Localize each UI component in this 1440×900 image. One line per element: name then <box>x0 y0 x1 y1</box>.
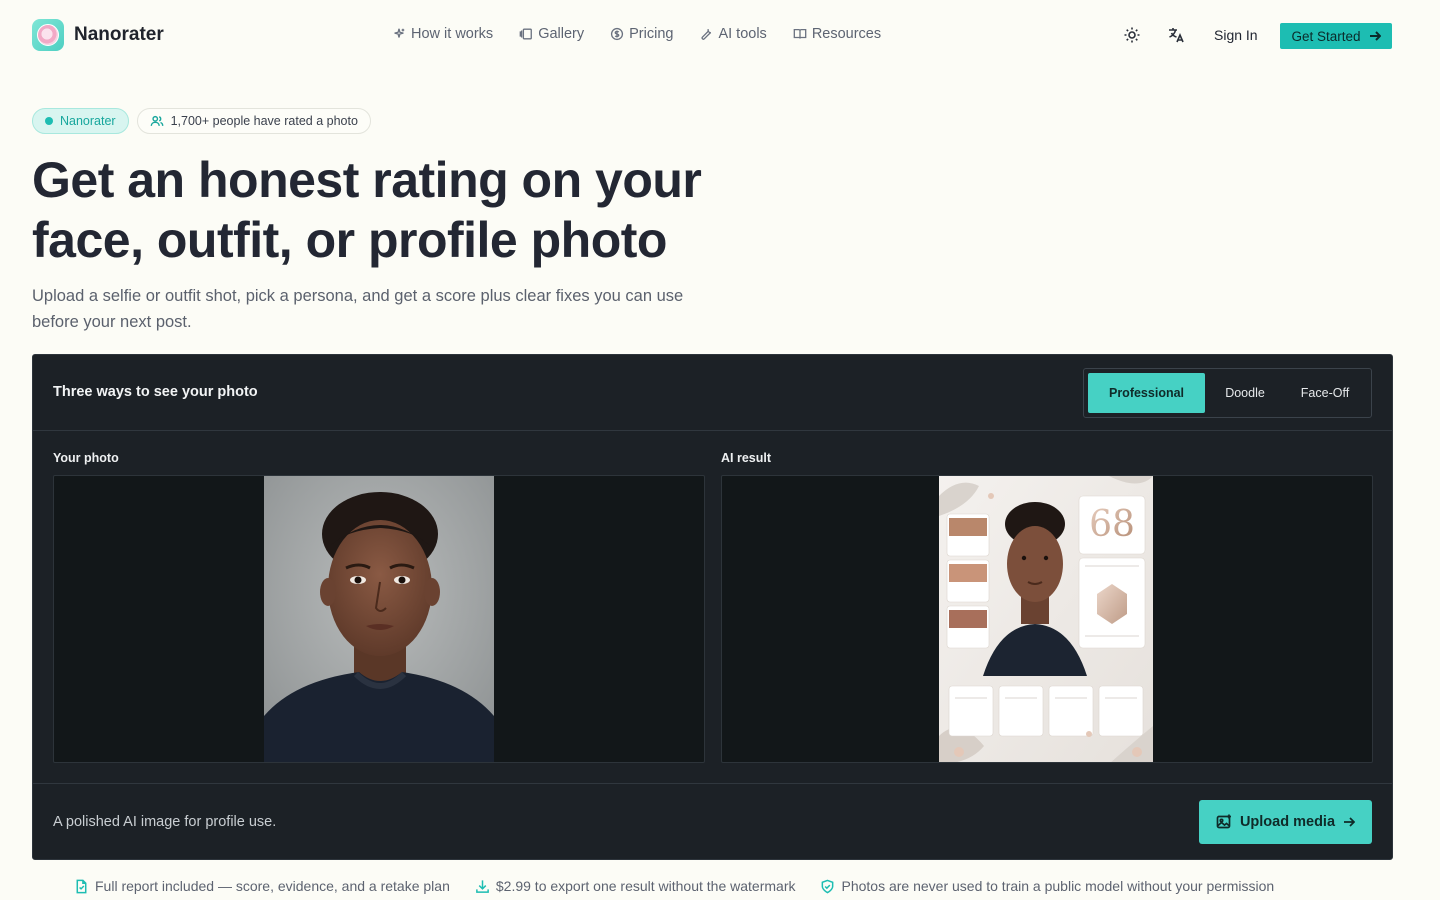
nav-label: Gallery <box>538 26 585 42</box>
site-header: Nanorater How it works Gallery Pricing A… <box>0 0 1440 72</box>
feature-list: Full report included — score, evidence, … <box>74 878 1274 894</box>
nav-label: How it works <box>411 26 494 42</box>
nav-gallery[interactable]: Gallery <box>519 26 584 42</box>
nav-label: Resources <box>811 26 882 42</box>
nav-resources[interactable]: Resources <box>793 26 881 42</box>
arrow-right-icon <box>1369 31 1381 41</box>
image-upload-icon <box>1216 814 1231 829</box>
portrait-photo <box>264 476 494 762</box>
ai-result-image: 68 <box>939 476 1153 762</box>
nav-how-it-works[interactable]: How it works <box>392 26 493 42</box>
gallery-icon <box>519 28 533 40</box>
mode-face-off-button[interactable]: Face-Off <box>1285 373 1365 413</box>
feature-item: Photos are never used to train a public … <box>820 878 1274 894</box>
sun-icon <box>1124 27 1140 43</box>
page-subtitle: Upload a selfie or outfit shot, pick a p… <box>32 287 684 331</box>
book-icon <box>793 28 807 39</box>
dollar-icon <box>611 27 624 41</box>
brand-badge: Nanorater <box>32 108 129 134</box>
report-icon <box>76 879 87 893</box>
user-count-label: 1,700+ people have rated a photo <box>170 114 358 128</box>
upload-media-button[interactable]: Upload media <box>1199 800 1372 844</box>
users-icon <box>150 115 163 126</box>
feature-label: $2.99 to export one result without the w… <box>495 878 796 894</box>
your-photo-frame <box>53 475 705 763</box>
upload-media-label: Upload media <box>1239 814 1336 830</box>
ai-result-frame: 68 <box>721 475 1373 763</box>
language-button[interactable] <box>1167 26 1185 44</box>
main-nav: How it works Gallery Pricing AI tools Re… <box>392 26 881 42</box>
feature-item: $2.99 to export one result without the w… <box>475 878 796 894</box>
demo-panel: Three ways to see your photo Professiona… <box>32 354 1393 860</box>
sign-in-link[interactable]: Sign In <box>1214 27 1258 43</box>
demo-panel-footer: A polished AI image for profile use. Upl… <box>33 783 1392 859</box>
get-started-button[interactable]: Get Started <box>1280 23 1392 49</box>
nav-label: AI tools <box>718 26 767 42</box>
user-count-badge: 1,700+ people have rated a photo <box>136 108 371 134</box>
ai-result-label: AI result <box>721 451 772 465</box>
feature-label: Photos are never used to train a public … <box>841 878 1275 894</box>
download-icon <box>476 879 489 893</box>
arrow-right-icon <box>1344 817 1356 827</box>
logo-icon[interactable] <box>32 19 64 51</box>
feature-label: Full report included — score, evidence, … <box>95 878 450 894</box>
mode-doodle-button[interactable]: Doodle <box>1205 373 1285 413</box>
demo-title: Three ways to see your photo <box>53 384 258 400</box>
mode-professional-button[interactable]: Professional <box>1088 373 1205 413</box>
brand-badge-label: Nanorater <box>60 114 116 128</box>
badge-row: Nanorater 1,700+ people have rated a pho… <box>32 108 371 134</box>
demo-panel-header: Three ways to see your photo Professiona… <box>33 355 1392 431</box>
nav-label: Pricing <box>629 26 674 42</box>
wrench-icon <box>701 28 712 40</box>
nav-ai-tools[interactable]: AI tools <box>699 26 767 42</box>
result-caption: A polished AI image for profile use. <box>53 814 277 830</box>
your-photo-label: Your photo <box>53 451 119 465</box>
sparkles-icon <box>394 28 405 38</box>
shield-check-icon <box>822 879 834 893</box>
brand-name[interactable]: Nanorater <box>74 24 164 46</box>
page-title: Get an honest rating on your face, outfi… <box>32 152 702 268</box>
get-started-label: Get Started <box>1291 28 1361 44</box>
status-dot-icon <box>45 117 53 125</box>
mode-selector: Professional Doodle Face-Off <box>1083 368 1372 418</box>
theme-toggle-button[interactable] <box>1123 26 1141 44</box>
nav-pricing[interactable]: Pricing <box>610 26 673 42</box>
translate-icon <box>1169 28 1184 43</box>
result-score: 68 <box>1089 504 1135 545</box>
feature-item: Full report included — score, evidence, … <box>74 878 450 894</box>
